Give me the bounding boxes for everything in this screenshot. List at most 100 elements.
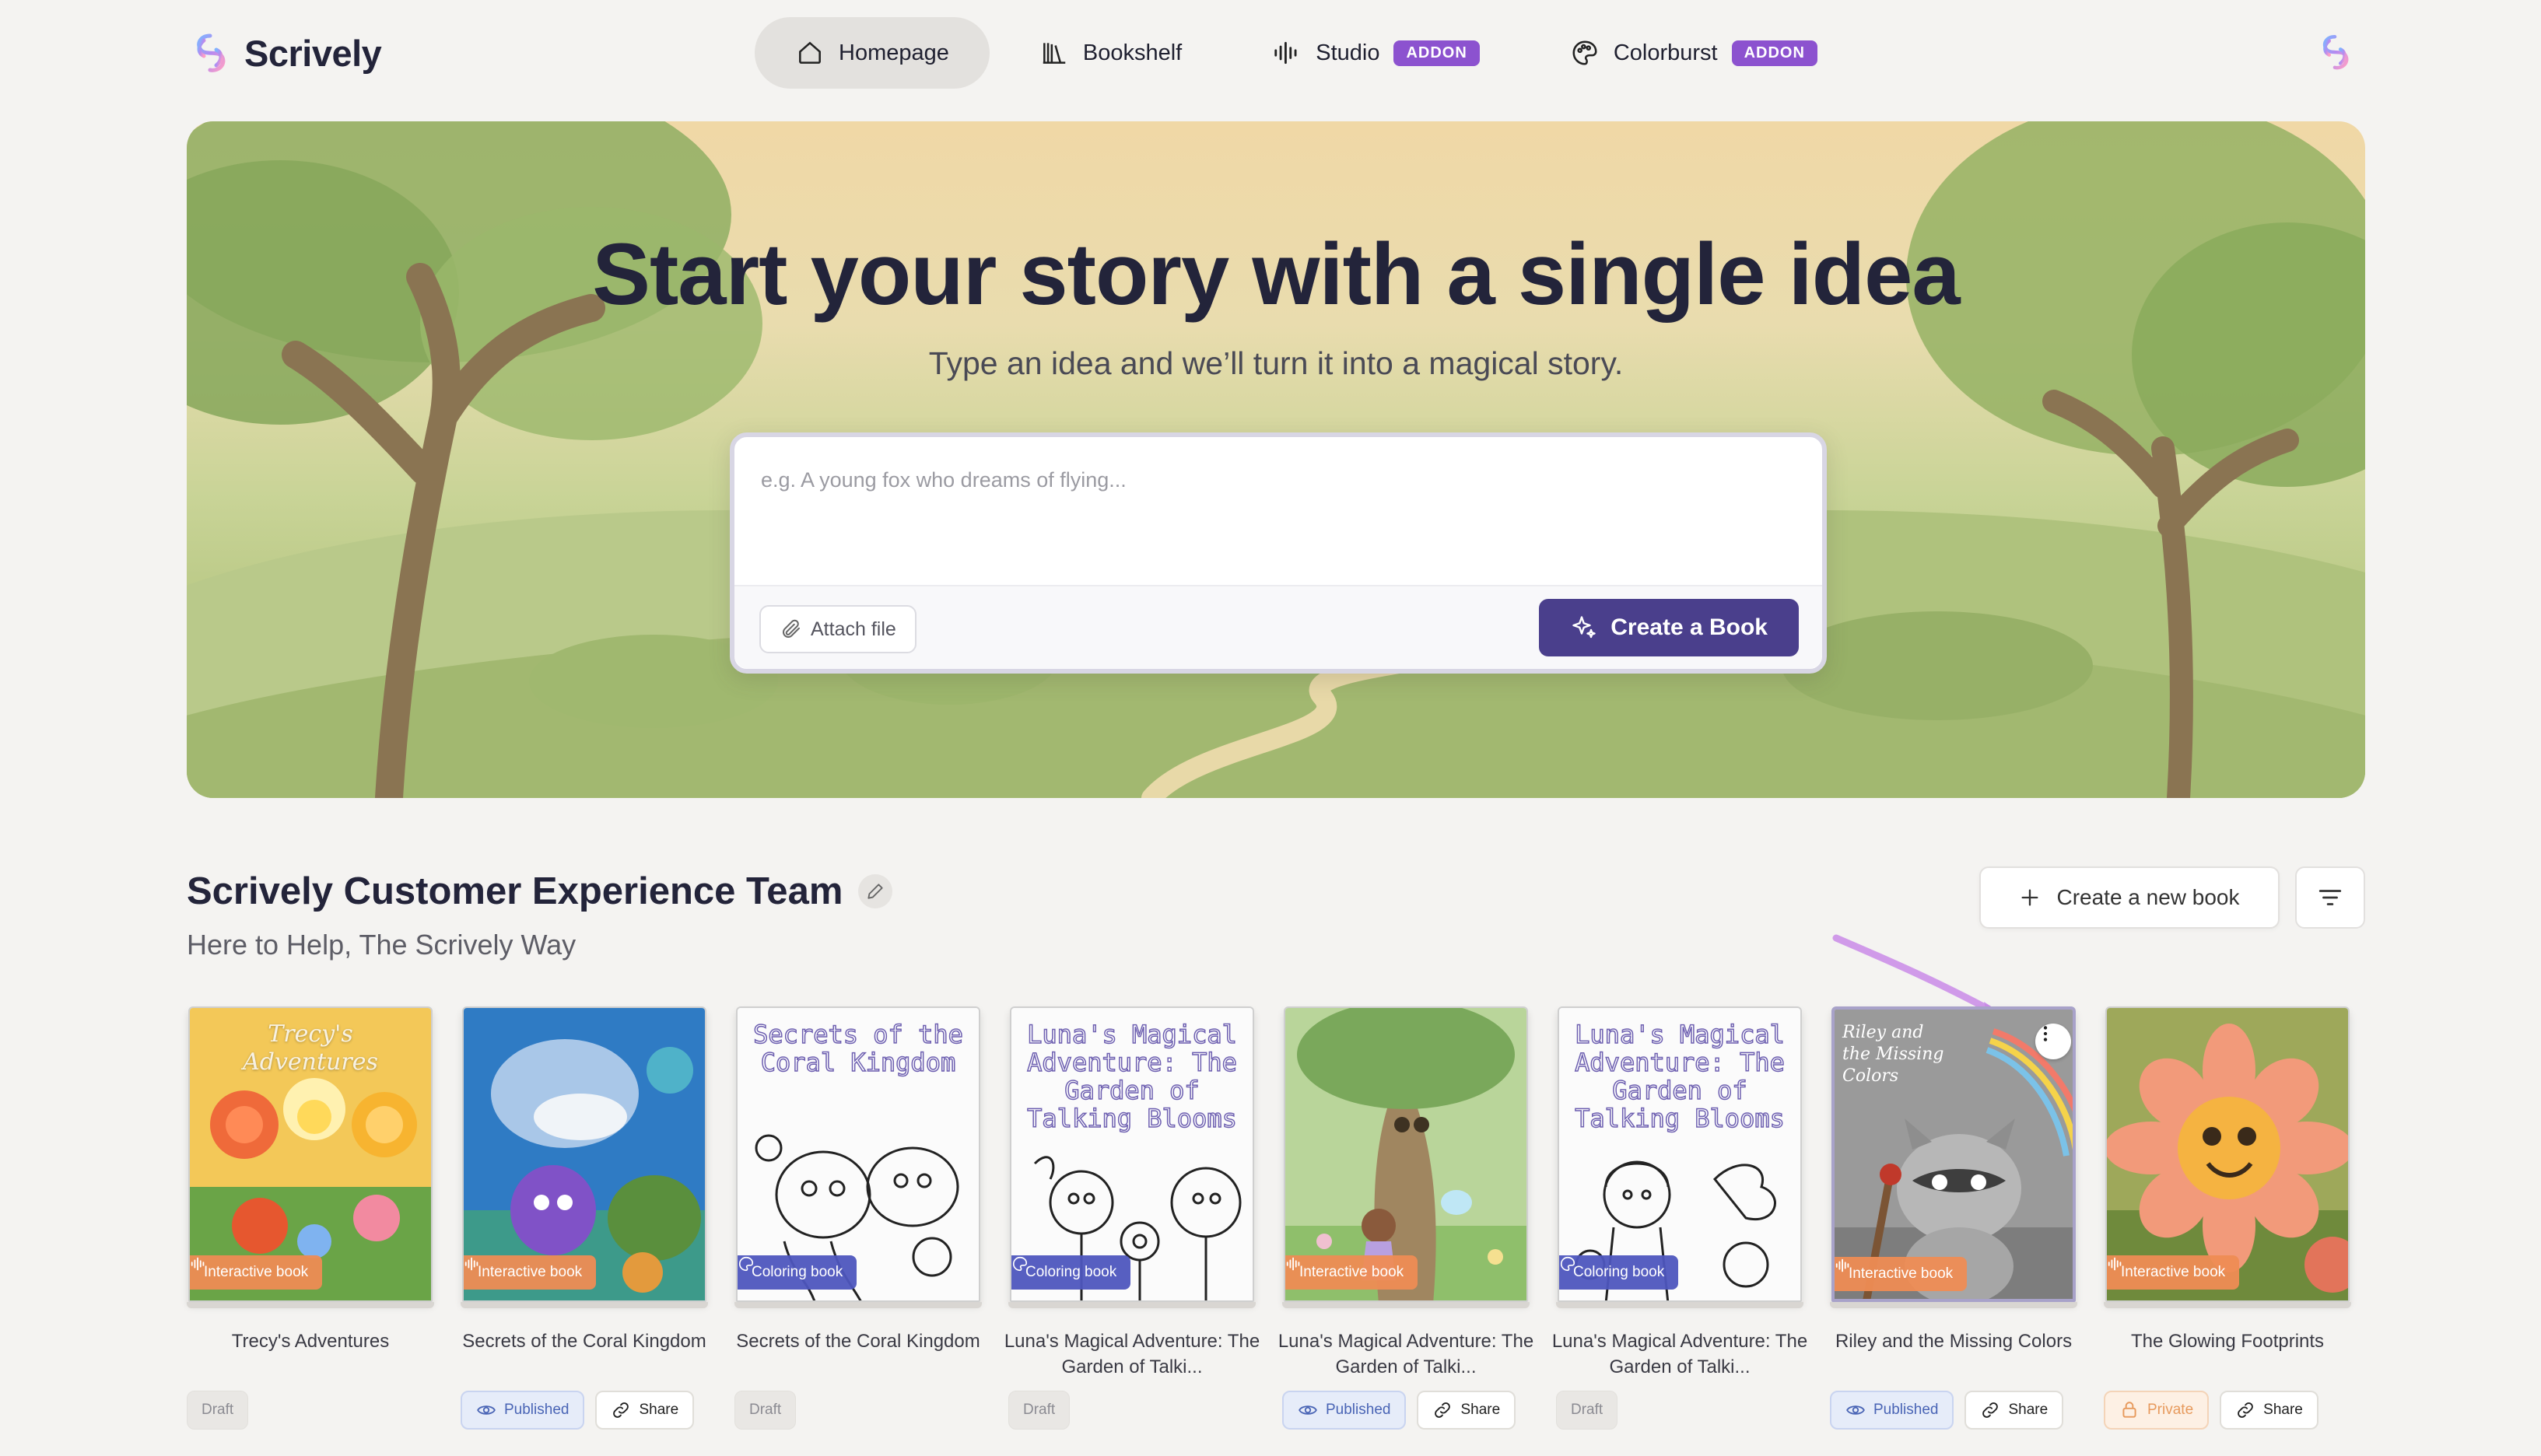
book-type-label: Interactive book xyxy=(478,1264,583,1280)
book-more-options-button[interactable] xyxy=(2035,1024,2071,1059)
audio-wave-icon xyxy=(1835,1258,1849,1272)
pencil-icon xyxy=(867,884,883,899)
share-label: Share xyxy=(1460,1402,1501,1418)
top-navigation: Scrively Homepage Bookshelf Studio ADDON… xyxy=(0,0,2541,106)
book-cover[interactable]: Interactive book xyxy=(462,1006,706,1302)
book-base xyxy=(2104,1302,2351,1308)
book-status-row: Private Share xyxy=(2104,1391,2318,1430)
status-label: Published xyxy=(504,1402,570,1418)
nav-bookshelf-label: Bookshelf xyxy=(1082,40,1183,65)
nav-homepage[interactable]: Homepage xyxy=(755,17,990,89)
book-title[interactable]: Secrets of the Coral Kingdom xyxy=(445,1328,724,1354)
book-cover[interactable]: Luna's Magical Adventure: The Garden of … xyxy=(1558,1006,1802,1302)
status-badge: Published xyxy=(461,1391,585,1430)
book-status-row: Published Share xyxy=(1830,1391,2064,1430)
status-label: Published xyxy=(1326,1402,1391,1418)
book-status-row: Draft xyxy=(1008,1391,1071,1430)
team-subtitle: Here to Help, The Scrively Way xyxy=(187,929,577,961)
status-badge: Draft xyxy=(1008,1391,1071,1430)
lock-icon xyxy=(2122,1402,2136,1418)
book-cover-title: Trecy's Adventures xyxy=(243,1020,378,1076)
scrively-logo-icon xyxy=(197,33,226,72)
link-icon xyxy=(1435,1402,1451,1418)
book-cover[interactable]: Interactive book xyxy=(1284,1006,1528,1302)
eye-icon xyxy=(1299,1405,1317,1415)
status-badge: Draft xyxy=(1556,1391,1618,1430)
team-title: Scrively Customer Experience Team xyxy=(187,870,843,912)
profile-menu-icon[interactable] xyxy=(2314,31,2356,73)
nav-bookshelf[interactable]: Bookshelf xyxy=(999,17,1222,89)
hero-banner: Start your story with a single idea Type… xyxy=(187,121,2365,798)
status-label: Draft xyxy=(202,1402,234,1418)
book-title[interactable]: The Glowing Footprints xyxy=(2088,1328,2367,1354)
audio-wave-icon xyxy=(464,1257,478,1271)
book-status-row: Published Share xyxy=(1282,1391,1516,1430)
attach-file-label: Attach file xyxy=(811,618,896,640)
status-label: Draft xyxy=(1571,1402,1603,1418)
book-type-label: Interactive book xyxy=(2121,1264,2226,1280)
bookshelf-icon xyxy=(1043,43,1066,64)
book-base xyxy=(461,1302,708,1308)
book-status-row: Published Share xyxy=(461,1391,695,1430)
nav-studio[interactable]: Studio ADDON xyxy=(1232,17,1520,89)
attach-file-button[interactable]: Attach file xyxy=(759,605,917,653)
team-header: Scrively Customer Experience Team xyxy=(187,870,893,913)
edit-team-button[interactable] xyxy=(858,874,893,908)
eye-icon xyxy=(1846,1405,1865,1415)
nav-colorburst-label: Colorburst xyxy=(1613,40,1718,65)
nav-colorburst[interactable]: Colorburst ADDON xyxy=(1530,17,1858,89)
studio-addon-badge: ADDON xyxy=(1393,40,1480,66)
main-nav: Homepage Bookshelf Studio ADDON Colorbur… xyxy=(755,17,1858,89)
palette-icon xyxy=(1013,1256,1028,1272)
book-type-badge: Interactive book xyxy=(464,1255,597,1290)
book-cover[interactable]: Interactive book xyxy=(2105,1006,2350,1302)
palette-icon xyxy=(1572,40,1597,65)
book-title[interactable]: Secrets of the Coral Kingdom xyxy=(719,1328,997,1354)
book-status-row: Draft xyxy=(1556,1391,1618,1430)
app-logo[interactable]: Scrively xyxy=(187,30,382,76)
link-icon xyxy=(613,1402,629,1418)
book-base xyxy=(187,1302,434,1308)
book-type-badge: Interactive book xyxy=(1835,1257,1968,1291)
book-status-row: Draft xyxy=(734,1391,797,1430)
filter-button[interactable] xyxy=(2295,866,2365,929)
book-cover-title: Riley and the Missing Colors xyxy=(1842,1023,1944,1086)
paperclip-icon xyxy=(783,619,800,638)
status-label: Draft xyxy=(1023,1402,1056,1418)
book-type-label: Coloring book xyxy=(752,1264,843,1280)
status-badge: Private xyxy=(2104,1391,2210,1430)
book-cover[interactable]: Secrets of the Coral Kingdom Coloring bo… xyxy=(736,1006,980,1302)
share-button[interactable]: Share xyxy=(1417,1391,1516,1430)
book-type-badge: Interactive book xyxy=(1285,1255,1418,1290)
share-button[interactable]: Share xyxy=(2220,1391,2318,1430)
create-book-label: Create a Book xyxy=(1610,614,1768,640)
book-cover[interactable]: Trecy's Adventures Interactive book xyxy=(188,1006,433,1302)
create-new-book-button[interactable]: Create a new book xyxy=(1979,866,2280,929)
share-button[interactable]: Share xyxy=(595,1391,695,1430)
book-type-badge: Coloring book xyxy=(738,1255,857,1290)
book-title[interactable]: Luna's Magical Adventure: The Garden of … xyxy=(993,1328,1271,1380)
book-title[interactable]: Trecy's Adventures xyxy=(171,1328,450,1354)
share-label: Share xyxy=(639,1402,679,1418)
book-base xyxy=(1830,1302,2077,1308)
book-type-label: Interactive book xyxy=(1299,1264,1404,1280)
hero-subtitle: Type an idea and we’ll turn it into a ma… xyxy=(928,345,1624,381)
colorburst-addon-badge: ADDON xyxy=(1731,40,1817,66)
audio-wave-icon xyxy=(1286,1257,1300,1271)
share-button[interactable]: Share xyxy=(1964,1391,2064,1430)
audio-wave-icon xyxy=(2108,1257,2122,1271)
palette-icon xyxy=(739,1256,754,1272)
book-title[interactable]: Riley and the Missing Colors xyxy=(1814,1328,2093,1354)
book-title[interactable]: Luna's Magical Adventure: The Garden of … xyxy=(1540,1328,1819,1380)
share-label: Share xyxy=(2008,1402,2049,1418)
create-book-button[interactable]: Create a Book xyxy=(1539,599,1799,656)
book-title[interactable]: Luna's Magical Adventure: The Garden of … xyxy=(1267,1328,1545,1380)
book-type-badge: Coloring book xyxy=(1011,1255,1131,1290)
book-type-label: Coloring book xyxy=(1573,1264,1665,1280)
book-cover[interactable]: Riley and the Missing Colors Interactive… xyxy=(1831,1006,2076,1302)
status-label: Private xyxy=(2147,1402,2194,1418)
book-type-badge: Coloring book xyxy=(1559,1255,1679,1290)
status-badge: Draft xyxy=(187,1391,249,1430)
book-cover[interactable]: Luna's Magical Adventure: The Garden of … xyxy=(1010,1006,1254,1302)
idea-input[interactable] xyxy=(761,468,1796,562)
